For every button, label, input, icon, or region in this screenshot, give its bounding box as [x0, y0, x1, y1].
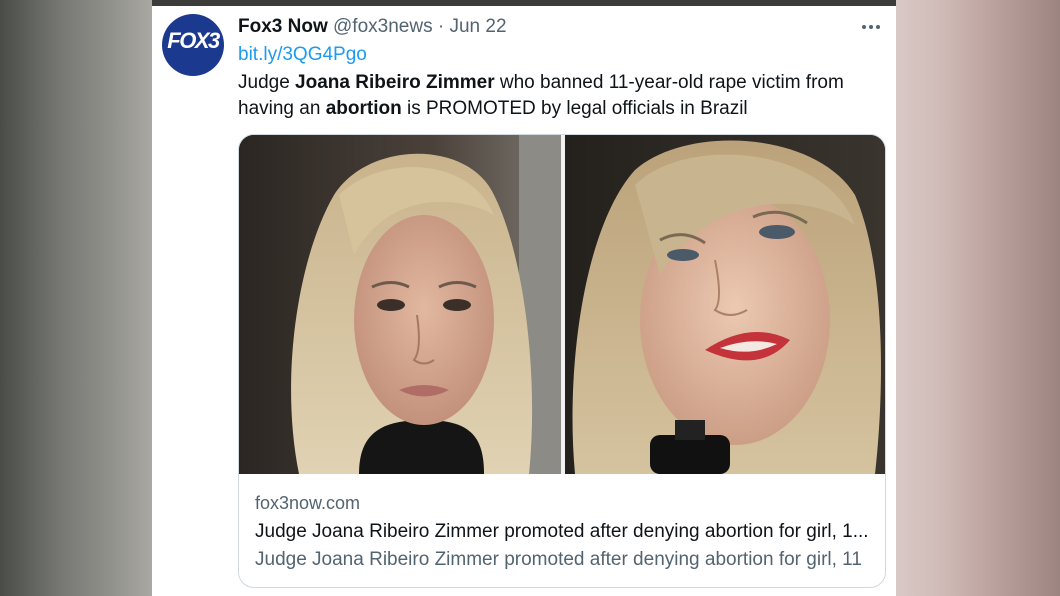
separator: ·	[437, 16, 445, 37]
background-left	[0, 0, 152, 596]
card-photo-left	[239, 135, 561, 474]
background-right	[896, 0, 1060, 596]
tweet-header: Fox3 Now @fox3news · Jun 22	[238, 16, 507, 40]
tweet-text-part: is PROMOTED by legal officials in Brazil	[401, 98, 748, 119]
link-card[interactable]: fox3now.com Judge Joana Ribeiro Zimmer p…	[238, 134, 886, 588]
tweet-text-bold: abortion	[325, 98, 402, 119]
tweet-text-part: Judge	[238, 72, 296, 93]
tweet-date[interactable]: Jun 22	[449, 16, 506, 37]
card-description: Judge Joana Ribeiro Zimmer promoted afte…	[255, 549, 862, 570]
tweet-text-bold: Joana Ribeiro Zimmer	[295, 72, 495, 93]
card-photo-right	[565, 135, 885, 474]
handle[interactable]: @fox3news	[333, 16, 433, 37]
more-options-icon[interactable]	[856, 16, 886, 40]
avatar[interactable]: FOX3	[162, 14, 224, 76]
display-name[interactable]: Fox3 Now	[238, 16, 328, 37]
card-title[interactable]: Judge Joana Ribeiro Zimmer promoted afte…	[255, 521, 871, 543]
tweet-text: Judge Joana Ribeiro Zimmer who banned 11…	[238, 70, 878, 122]
card-domain: fox3now.com	[255, 493, 361, 513]
tweet[interactable]: FOX3 Fox3 Now @fox3news · Jun 22 bit.ly/…	[152, 6, 896, 596]
card-image[interactable]	[239, 135, 885, 474]
avatar-logo-text: FOX3	[167, 28, 220, 53]
tweet-link[interactable]: bit.ly/3QG4Pgo	[238, 44, 367, 66]
